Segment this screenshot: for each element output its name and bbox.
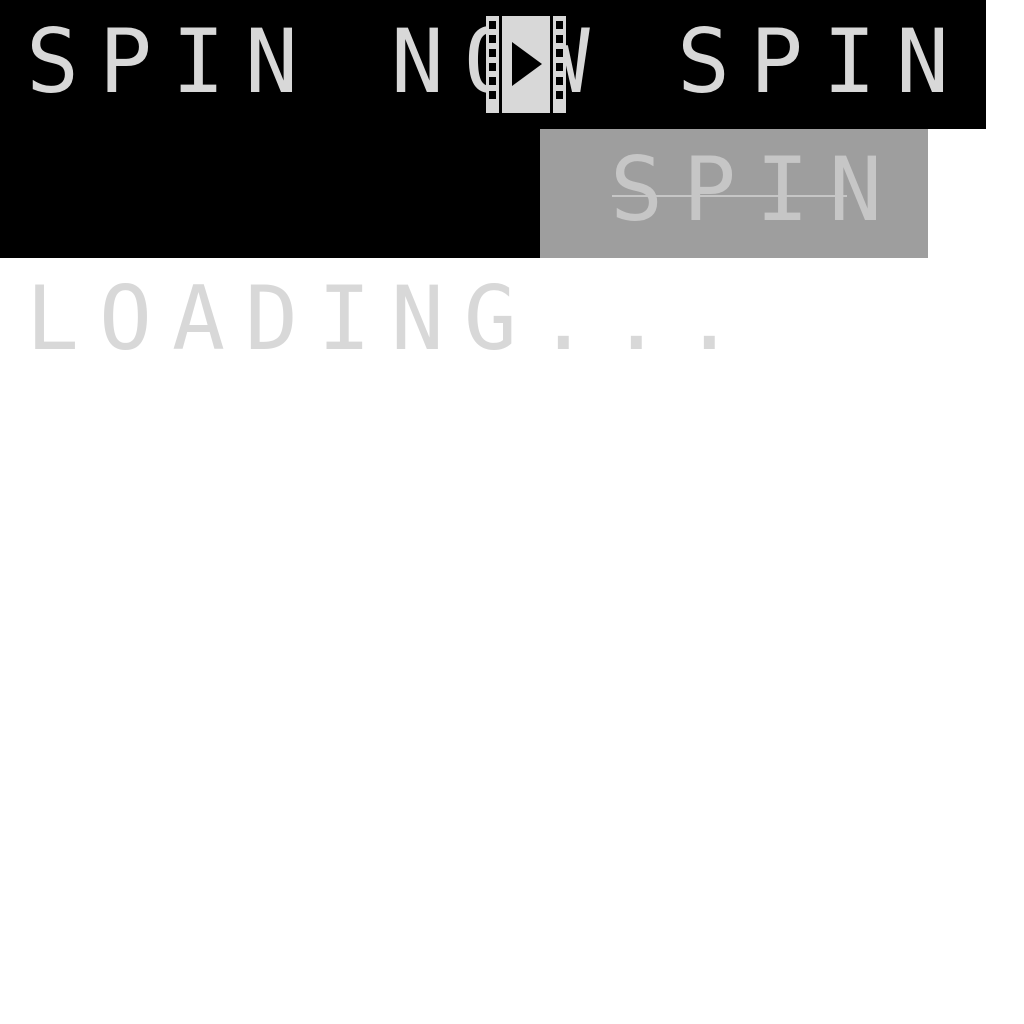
loading-text: LOADING... xyxy=(26,267,756,370)
slot-controls: SPIN NOW SPIN LOADING... SPIN xyxy=(0,0,1024,1024)
spin-button-disabled: SPIN xyxy=(540,129,928,258)
spin-button[interactable]: SPIN xyxy=(677,18,969,106)
film-play-icon[interactable] xyxy=(486,16,566,113)
top-control-bar: SPIN NOW SPIN xyxy=(0,0,986,129)
disabled-spin-label: SPIN xyxy=(610,138,902,241)
status-bar: LOADING... xyxy=(0,129,736,363)
strikethrough-line xyxy=(612,195,847,197)
